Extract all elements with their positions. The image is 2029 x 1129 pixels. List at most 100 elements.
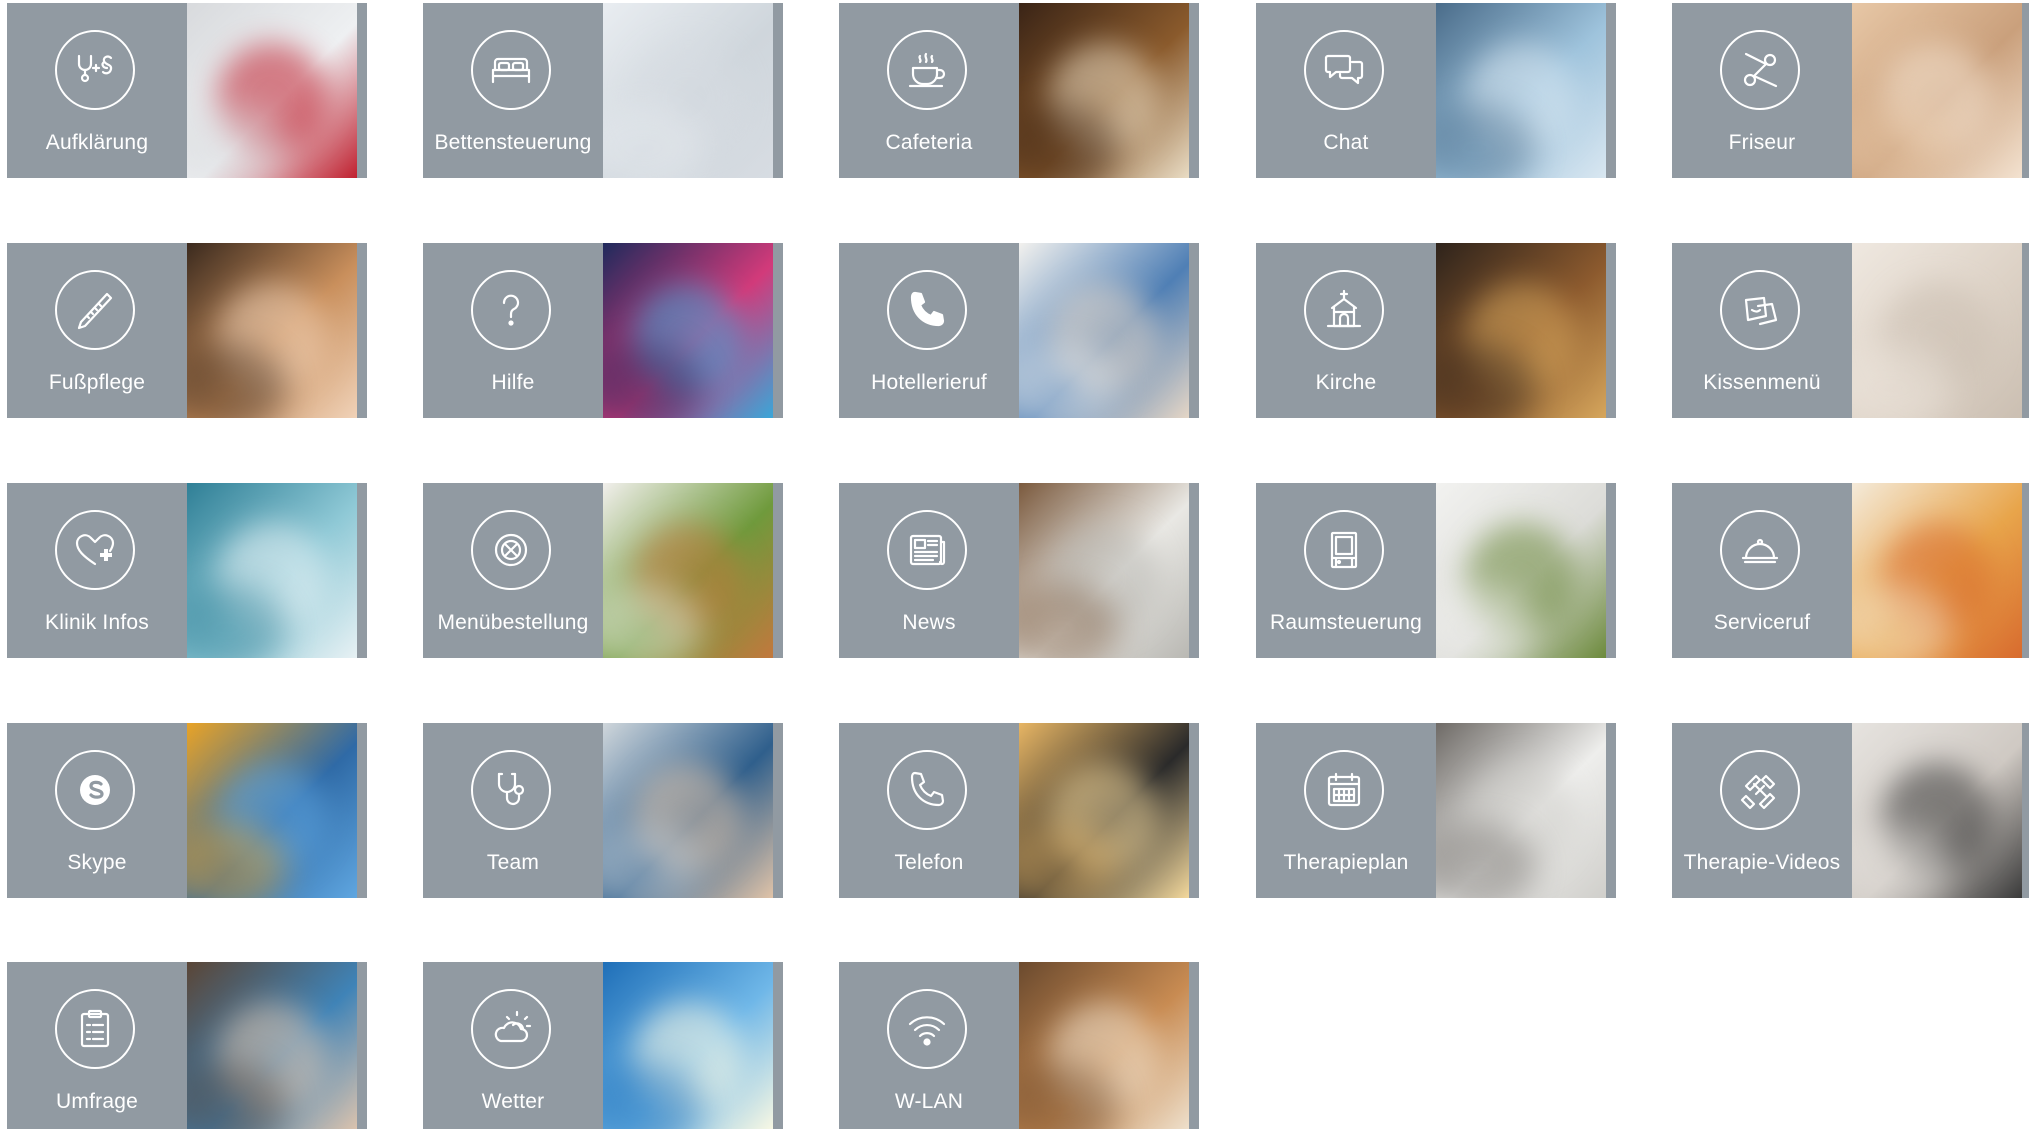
- question-mark-icon: [502, 294, 520, 326]
- tile-edge-stripe: [1189, 243, 1199, 418]
- tile-photo: [187, 243, 357, 418]
- church-icon: [1326, 289, 1362, 328]
- tile-panel: Wetter: [423, 962, 603, 1129]
- icon-circle: [1720, 750, 1800, 830]
- sun-cloud-icon: [494, 1010, 532, 1043]
- cloche-icon: [1741, 538, 1779, 564]
- icon-circle: [471, 989, 551, 1069]
- icon-circle: [887, 30, 967, 110]
- pillows-icon: [1744, 296, 1778, 326]
- tile-label: Kissenmenü: [1703, 371, 1821, 394]
- tile-label: Chat: [1323, 131, 1369, 154]
- tile-kirche[interactable]: Kirche: [1256, 243, 1616, 418]
- tile-hotellerieruf[interactable]: Hotellerieruf: [839, 243, 1199, 418]
- tile-fußpflege[interactable]: Fußpflege: [7, 243, 367, 418]
- tile-label: Hilfe: [491, 371, 535, 394]
- tile-hilfe[interactable]: Hilfe: [423, 243, 783, 418]
- icon-circle: [55, 30, 135, 110]
- tile-chat[interactable]: Chat: [1256, 3, 1616, 178]
- tile-panel: Therapieplan: [1256, 723, 1436, 898]
- tile-raumsteuerung[interactable]: Raumsteuerung: [1256, 483, 1616, 658]
- tile-photo: [1019, 962, 1189, 1129]
- wifi-icon: [908, 1016, 946, 1046]
- heart-plus-icon: [75, 534, 115, 566]
- tile-photo: [1019, 483, 1189, 658]
- tile-wetter[interactable]: Wetter: [423, 962, 783, 1129]
- tile-edge-stripe: [1606, 3, 1616, 178]
- tile-panel: Fußpflege: [7, 243, 187, 418]
- icon-circle: [55, 750, 135, 830]
- tile-label: Therapieplan: [1283, 851, 1409, 874]
- tile-label: Telefon: [894, 851, 964, 874]
- tile-bettensteuerung[interactable]: Bettensteuerung: [423, 3, 783, 178]
- tile-aufklärung[interactable]: Aufklärung: [7, 3, 367, 178]
- tile-label: Bettensteuerung: [434, 131, 592, 154]
- tile-menübestellung[interactable]: Menübestellung: [423, 483, 783, 658]
- tile-therapie-videos[interactable]: Therapie-Videos: [1672, 723, 2029, 898]
- tile-photo: [187, 962, 357, 1129]
- tile-photo: [1019, 243, 1189, 418]
- icon-circle: [1304, 270, 1384, 350]
- tile-umfrage[interactable]: Umfrage: [7, 962, 367, 1129]
- tile-edge-stripe: [1606, 723, 1616, 898]
- tile-edge-stripe: [357, 3, 367, 178]
- tile-grid: Aufklärung Bettensteuerung Cafeteria Cha…: [0, 0, 2029, 1129]
- icon-circle: [471, 510, 551, 590]
- tile-friseur[interactable]: Friseur: [1672, 3, 2029, 178]
- tile-label: W-LAN: [894, 1090, 964, 1113]
- tile-label: News: [902, 611, 956, 634]
- tile-photo: [1436, 243, 1606, 418]
- tile-panel: Skype: [7, 723, 187, 898]
- tile-photo: [1436, 3, 1606, 178]
- icon-circle: [1304, 510, 1384, 590]
- tile-kissenmenü[interactable]: Kissenmenü: [1672, 243, 2029, 418]
- tile-panel: Kissenmenü: [1672, 243, 1852, 418]
- tile-photo: [1852, 3, 2022, 178]
- tile-photo: [187, 723, 357, 898]
- tile-panel: Therapie-Videos: [1672, 723, 1852, 898]
- tile-label: Fußpflege: [48, 371, 146, 394]
- icon-circle: [1720, 270, 1800, 350]
- icon-circle: [55, 270, 135, 350]
- nail-file-icon: [77, 292, 113, 330]
- tile-photo: [603, 723, 773, 898]
- tile-therapieplan[interactable]: Therapieplan: [1256, 723, 1616, 898]
- tile-label: Wetter: [481, 1090, 545, 1113]
- tile-panel: Umfrage: [7, 962, 187, 1129]
- tile-photo: [603, 483, 773, 658]
- icon-circle: [1304, 30, 1384, 110]
- icon-circle: [55, 989, 135, 1069]
- tile-panel: Chat: [1256, 3, 1436, 178]
- tile-panel: Kirche: [1256, 243, 1436, 418]
- icon-circle: [887, 989, 967, 1069]
- tile-news[interactable]: News: [839, 483, 1199, 658]
- tile-photo: [603, 243, 773, 418]
- icon-circle: [471, 750, 551, 830]
- tile-team[interactable]: Team: [423, 723, 783, 898]
- tile-panel: Friseur: [1672, 3, 1852, 178]
- tile-panel: Cafeteria: [839, 3, 1019, 178]
- chat-bubbles-icon: [1324, 54, 1364, 85]
- tile-cafeteria[interactable]: Cafeteria: [839, 3, 1199, 178]
- tile-photo: [187, 483, 357, 658]
- tile-panel: Bettensteuerung: [423, 3, 603, 178]
- scissors-icon: [1743, 52, 1778, 88]
- tile-edge-stripe: [773, 243, 783, 418]
- tile-edge-stripe: [1189, 962, 1199, 1129]
- tile-panel: Team: [423, 723, 603, 898]
- tile-w-lan[interactable]: W-LAN: [839, 962, 1199, 1129]
- tile-edge-stripe: [2022, 723, 2029, 898]
- phone-handset-icon: [910, 291, 945, 327]
- tile-edge-stripe: [773, 483, 783, 658]
- icon-circle: [887, 750, 967, 830]
- tile-label: Umfrage: [56, 1090, 138, 1113]
- tile-skype[interactable]: Skype: [7, 723, 367, 898]
- tile-label: Therapie-Videos: [1683, 851, 1841, 874]
- tile-klinik-infos[interactable]: Klinik Infos: [7, 483, 367, 658]
- tile-edge-stripe: [357, 723, 367, 898]
- tile-label: Team: [486, 851, 540, 874]
- tile-serviceruf[interactable]: Serviceruf: [1672, 483, 2029, 658]
- tile-panel: Klinik Infos: [7, 483, 187, 658]
- tile-photo: [1436, 723, 1606, 898]
- tile-telefon[interactable]: Telefon: [839, 723, 1199, 898]
